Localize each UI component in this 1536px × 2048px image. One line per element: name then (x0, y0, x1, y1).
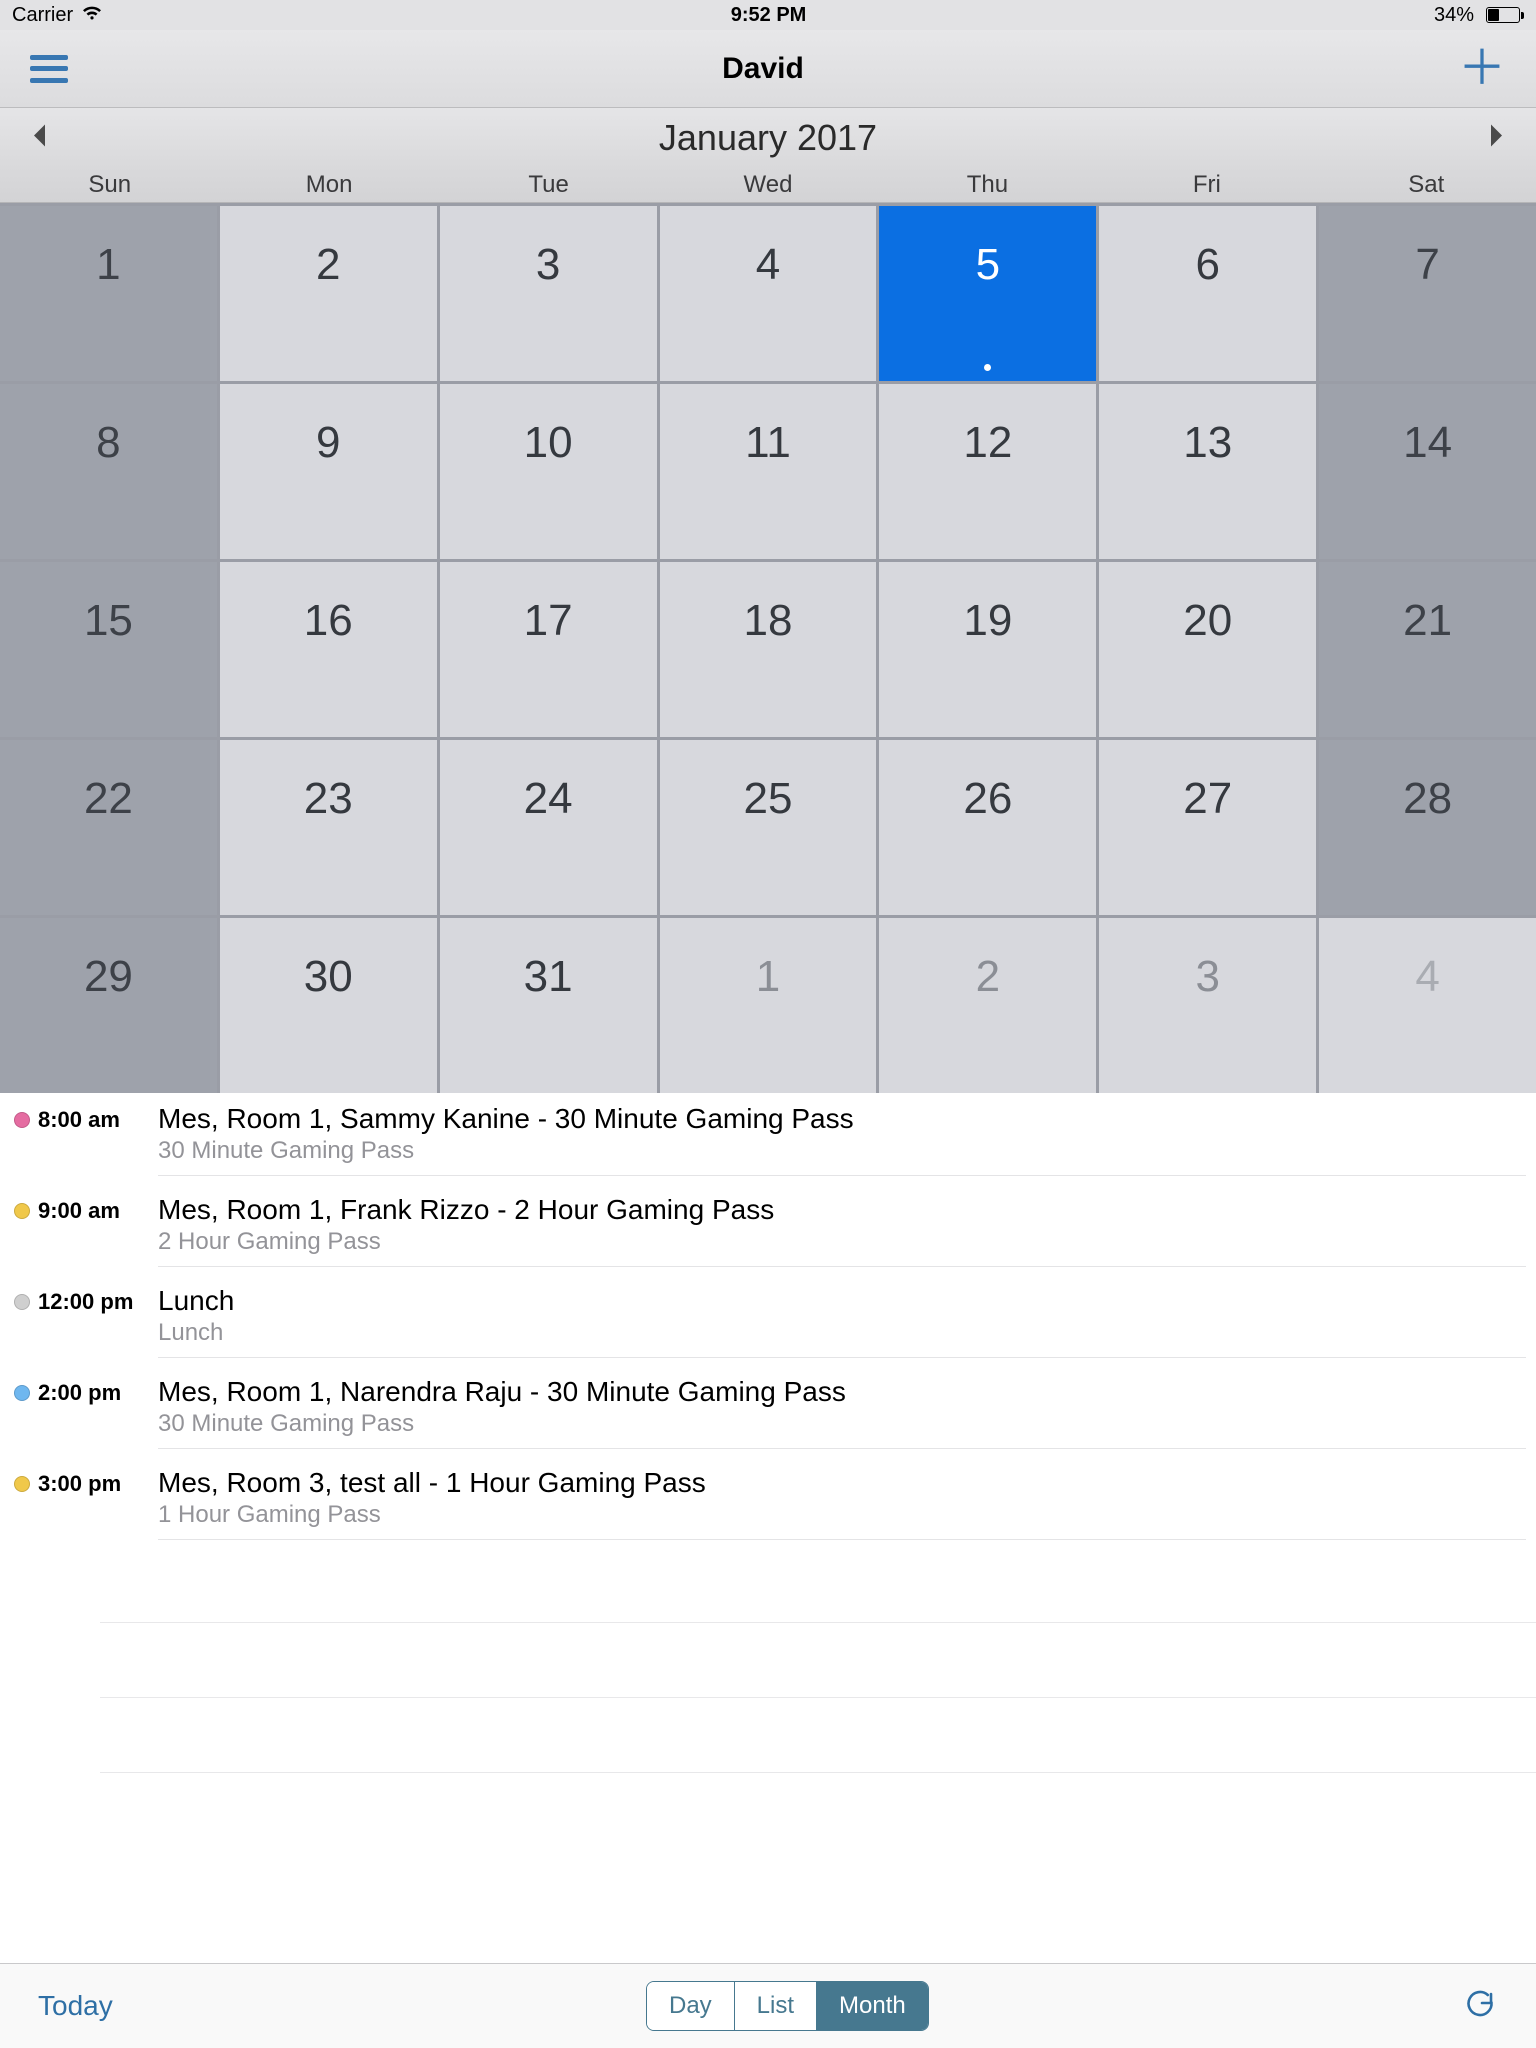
event-title: Mes, Room 1, Narendra Raju - 30 Minute G… (158, 1376, 1526, 1408)
weekday-label: Mon (219, 168, 438, 202)
calendar-day[interactable]: 27 (1099, 740, 1316, 915)
calendar-day[interactable]: 12 (879, 384, 1096, 559)
calendar-day[interactable]: 13 (1099, 384, 1316, 559)
page-title: David (722, 52, 804, 86)
battery-icon (1482, 7, 1524, 23)
event-row[interactable]: 8:00 am Mes, Room 1, Sammy Kanine - 30 Mi… (0, 1093, 1536, 1184)
next-month-button[interactable] (1488, 123, 1506, 154)
weekday-label: Sat (1317, 168, 1536, 202)
month-header: January 2017 (0, 108, 1536, 168)
today-button[interactable]: Today (38, 1990, 113, 2022)
bottom-toolbar: Today DayListMonth (0, 1963, 1536, 2048)
event-subtitle: 30 Minute Gaming Pass (158, 1410, 1526, 1438)
calendar-day[interactable]: 1 (0, 206, 217, 381)
event-color-dot (14, 1385, 30, 1401)
calendar-day[interactable]: 25 (660, 740, 877, 915)
calendar-day[interactable]: 11 (660, 384, 877, 559)
event-row[interactable]: 9:00 am Mes, Room 1, Frank Rizzo - 2 Hour… (0, 1184, 1536, 1275)
event-subtitle: 2 Hour Gaming Pass (158, 1228, 1526, 1256)
event-time: 12:00 pm (38, 1289, 133, 1315)
calendar-day[interactable]: 5 (879, 206, 1096, 381)
weekday-label: Thu (878, 168, 1097, 202)
battery-percent: 34% (1434, 4, 1474, 27)
segment-month[interactable]: Month (817, 1982, 928, 2030)
refresh-button[interactable] (1462, 1986, 1498, 2027)
calendar-grid: 1234567891011121314151617181920212223242… (0, 203, 1536, 1093)
event-time: 3:00 pm (38, 1471, 121, 1497)
weekday-header: SunMonTueWedThuFriSat (0, 168, 1536, 203)
calendar-day[interactable]: 21 (1319, 562, 1536, 737)
calendar-day[interactable]: 14 (1319, 384, 1536, 559)
calendar-day[interactable]: 23 (220, 740, 437, 915)
calendar-day[interactable]: 28 (1319, 740, 1536, 915)
calendar-day[interactable]: 9 (220, 384, 437, 559)
event-color-dot (14, 1476, 30, 1492)
calendar-day[interactable]: 6 (1099, 206, 1316, 381)
event-subtitle: 1 Hour Gaming Pass (158, 1501, 1526, 1529)
event-title: Mes, Room 1, Frank Rizzo - 2 Hour Gaming… (158, 1194, 1526, 1226)
event-subtitle: 30 Minute Gaming Pass (158, 1137, 1526, 1165)
calendar-day[interactable]: 17 (440, 562, 657, 737)
event-time: 2:00 pm (38, 1380, 121, 1406)
event-title: Lunch (158, 1285, 1526, 1317)
calendar-day[interactable]: 7 (1319, 206, 1536, 381)
prev-month-button[interactable] (30, 123, 48, 154)
add-button[interactable]: ＋ (1458, 45, 1506, 93)
calendar-day[interactable]: 3 (440, 206, 657, 381)
event-title: Mes, Room 1, Sammy Kanine - 30 Minute Ga… (158, 1103, 1526, 1135)
empty-row (100, 1698, 1536, 1773)
weekday-label: Sun (0, 168, 219, 202)
event-color-dot (14, 1112, 30, 1128)
calendar-day[interactable]: 24 (440, 740, 657, 915)
segment-list[interactable]: List (735, 1982, 817, 2030)
calendar-day[interactable]: 1 (660, 918, 877, 1093)
event-subtitle: Lunch (158, 1319, 1526, 1347)
event-row[interactable]: 3:00 pm Mes, Room 3, test all - 1 Hour Ga… (0, 1457, 1536, 1548)
event-color-dot (14, 1203, 30, 1219)
calendar-day[interactable]: 8 (0, 384, 217, 559)
status-bar: Carrier 9:52 PM 34% (0, 0, 1536, 30)
event-time: 9:00 am (38, 1198, 120, 1224)
event-list[interactable]: 8:00 am Mes, Room 1, Sammy Kanine - 30 Mi… (0, 1093, 1536, 2013)
calendar-day[interactable]: 16 (220, 562, 437, 737)
carrier-label: Carrier (12, 4, 73, 27)
empty-row (100, 1623, 1536, 1698)
calendar-day[interactable]: 15 (0, 562, 217, 737)
calendar-day[interactable]: 29 (0, 918, 217, 1093)
calendar-day[interactable]: 26 (879, 740, 1096, 915)
event-row[interactable]: 2:00 pm Mes, Room 1, Narendra Raju - 30 M… (0, 1366, 1536, 1457)
event-color-dot (14, 1294, 30, 1310)
event-title: Mes, Room 3, test all - 1 Hour Gaming Pa… (158, 1467, 1526, 1499)
calendar-day[interactable]: 20 (1099, 562, 1316, 737)
calendar-day[interactable]: 4 (660, 206, 877, 381)
calendar-day[interactable]: 18 (660, 562, 877, 737)
status-time: 9:52 PM (731, 4, 807, 27)
weekday-label: Tue (439, 168, 658, 202)
month-title: January 2017 (659, 117, 877, 159)
calendar-day[interactable]: 19 (879, 562, 1096, 737)
event-row[interactable]: 12:00 pm LunchLunch (0, 1275, 1536, 1366)
calendar-day[interactable]: 4 (1319, 918, 1536, 1093)
event-time: 8:00 am (38, 1107, 120, 1133)
menu-icon[interactable] (30, 55, 68, 83)
nav-bar: David ＋ (0, 30, 1536, 108)
calendar-day[interactable]: 31 (440, 918, 657, 1093)
calendar-day[interactable]: 30 (220, 918, 437, 1093)
segment-day[interactable]: Day (647, 1982, 735, 2030)
calendar-day[interactable]: 10 (440, 384, 657, 559)
calendar-day[interactable]: 22 (0, 740, 217, 915)
wifi-icon (81, 4, 103, 27)
calendar-day[interactable]: 3 (1099, 918, 1316, 1093)
calendar-day[interactable]: 2 (220, 206, 437, 381)
weekday-label: Wed (658, 168, 877, 202)
calendar-day[interactable]: 2 (879, 918, 1096, 1093)
empty-row (100, 1548, 1536, 1623)
weekday-label: Fri (1097, 168, 1316, 202)
view-segment: DayListMonth (646, 1981, 929, 2031)
